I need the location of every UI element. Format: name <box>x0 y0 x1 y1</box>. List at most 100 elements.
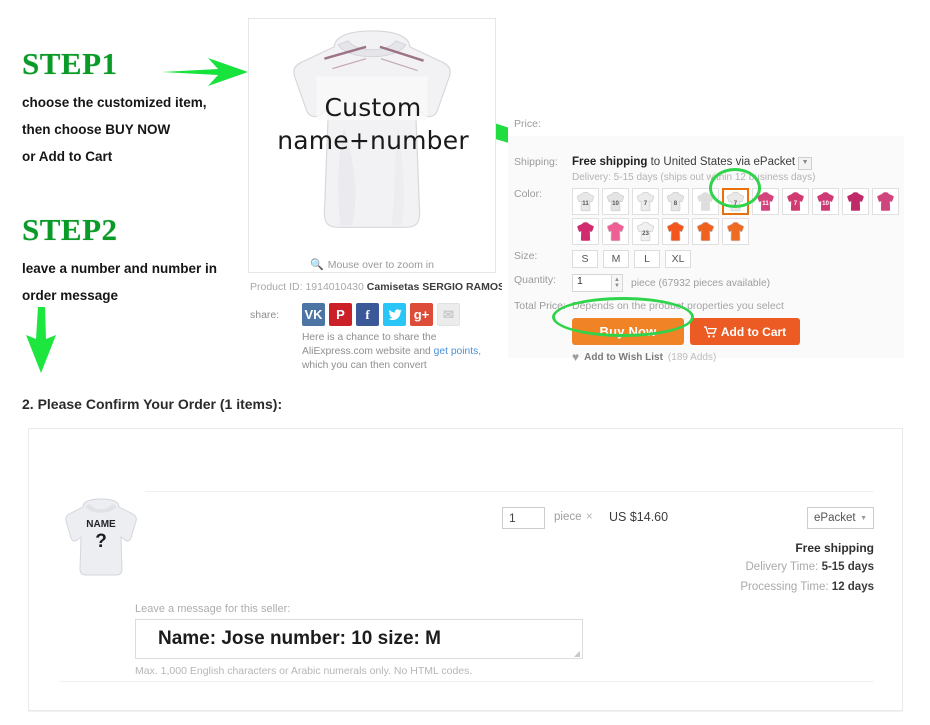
shirt-swatch-icon: 7 <box>726 191 745 212</box>
swatch-lightpink[interactable] <box>602 218 629 245</box>
shirt-swatch-icon <box>726 221 745 242</box>
size-option-l[interactable]: L <box>634 250 660 268</box>
zoom-hint-label: Mouse over to zoom in <box>327 259 434 271</box>
swatch-white-plain[interactable] <box>692 188 719 215</box>
zoom-hint[interactable]: 🔍 Mouse over to zoom in <box>248 258 496 271</box>
step1-title: STEP1 <box>22 46 118 81</box>
share-blurb-part1: Here is a chance to share the AliExpress… <box>302 332 437 357</box>
vk-icon[interactable]: VK <box>302 303 325 326</box>
order-delivery-time-label: Delivery Time: <box>745 561 819 573</box>
size-option-m[interactable]: M <box>603 250 629 268</box>
swatch-orange-3[interactable] <box>722 218 749 245</box>
shipping-body: Free shipping to United States via ePack… <box>572 156 815 183</box>
swatch-white-10[interactable]: 10 <box>602 188 629 215</box>
shipping-main-line: Free shipping to United States via ePack… <box>572 156 815 170</box>
buy-now-button[interactable]: Buy Now <box>572 318 684 345</box>
free-shipping-text: Free shipping <box>572 156 648 168</box>
step1-block: STEP1 choose the customized item, then c… <box>22 48 247 170</box>
color-swatch-list: 11 10 7 8 7 11 7 10 23 <box>572 188 902 245</box>
step1-line-2: then choose BUY NOW <box>22 122 171 137</box>
step1-line-1: choose the customized item, <box>22 95 207 110</box>
shirt-swatch-icon: 11 <box>757 192 774 211</box>
product-title: Camisetas SERGIO RAMOS Soccer <box>366 281 502 293</box>
order-item-thumbnail[interactable]: NAME ? <box>57 491 145 579</box>
quantity-control: 1 ▲ ▼ piece (67932 pieces available) <box>572 274 770 292</box>
swatch-magenta-2[interactable] <box>572 218 599 245</box>
step2-title: STEP2 <box>22 212 118 247</box>
svg-text:10: 10 <box>822 200 829 207</box>
swatch-pink-7[interactable]: 7 <box>782 188 809 215</box>
step1-body: choose the customized item, then choose … <box>22 89 247 170</box>
share-label: share: <box>250 309 280 321</box>
email-icon[interactable]: ✉ <box>437 303 460 326</box>
add-to-cart-button[interactable]: Add to Cart <box>690 318 800 345</box>
swatch-white-23[interactable]: 23 <box>632 218 659 245</box>
order-divider-bottom <box>59 681 874 682</box>
total-price-label: Total Price: <box>514 300 566 312</box>
order-processing-time-value: 12 days <box>831 581 874 593</box>
textarea-resize-handle[interactable]: ◢ <box>574 650 580 658</box>
seller-message-label: Leave a message for this seller: <box>135 603 291 615</box>
shirt-swatch-icon <box>606 221 625 242</box>
shipping-sub-line: Delivery: 5-15 days (ships out within 12… <box>572 172 816 183</box>
shipping-destination-text: to United States via ePacket <box>647 156 796 168</box>
order-times-symbol: × <box>586 511 593 523</box>
seller-message-value: Name: Jose number: 10 size: M <box>158 628 441 649</box>
swatch-magenta-plain[interactable] <box>842 188 869 215</box>
thumb-number-text: ? <box>95 531 107 552</box>
quantity-availability-note: piece (67932 pieces available) <box>631 277 771 289</box>
svg-text:11: 11 <box>762 200 769 207</box>
shirt-swatch-icon: 8 <box>666 191 685 212</box>
price-label: Price: <box>514 118 541 130</box>
order-quantity-input[interactable]: 1 <box>502 507 545 529</box>
order-shipping-select[interactable]: ePacket ▼ <box>807 507 874 529</box>
step1-line-3: or Add to Cart <box>22 149 113 164</box>
swatch-orange-2[interactable] <box>692 218 719 245</box>
total-price-note: Depends on the product properties you se… <box>572 300 784 312</box>
order-card: NAME ? 1 piece × US $14.60 ePacket ▼ Fre… <box>28 428 903 711</box>
order-divider-top <box>134 491 874 492</box>
cart-icon <box>703 325 717 337</box>
pinterest-icon[interactable]: P <box>329 303 352 326</box>
google-plus-icon[interactable]: g+ <box>410 303 433 326</box>
product-image-panel[interactable]: Custom name+number <box>248 18 496 273</box>
green-arrow-down-icon <box>26 307 56 373</box>
share-blurb: Here is a chance to share the AliExpress… <box>302 331 502 373</box>
facebook-icon[interactable]: f <box>356 303 379 326</box>
size-option-s[interactable]: S <box>572 250 598 268</box>
swatch-pink-plain[interactable] <box>872 188 899 215</box>
seller-message-textarea[interactable]: Name: Jose number: 10 size: M ◢ <box>135 619 583 659</box>
heart-icon: ♥ <box>572 350 580 364</box>
shirt-swatch-icon <box>696 221 715 242</box>
order-unit-price: US $14.60 <box>609 510 669 524</box>
color-swatches: 11 10 7 8 7 11 7 10 23 <box>572 188 902 245</box>
swatch-pink-10[interactable]: 10 <box>812 188 839 215</box>
shirt-swatch-icon <box>697 192 714 211</box>
shipping-dropdown-caret-icon[interactable]: ▼ <box>798 157 813 170</box>
shirt-swatch-icon: 10 <box>817 192 834 211</box>
size-option-xl[interactable]: XL <box>665 250 691 268</box>
swatch-white-selected[interactable]: 7 <box>722 188 749 215</box>
svg-text:11: 11 <box>582 200 589 207</box>
get-points-link[interactable]: get points <box>434 346 479 357</box>
add-to-wish-list[interactable]: ♥ Add to Wish List (189 Adds) <box>572 350 716 364</box>
svg-text:8: 8 <box>674 200 678 207</box>
product-detail-panel: Price: Shipping: Free shipping to United… <box>508 18 904 364</box>
overlay-line-2: name+number <box>277 126 469 155</box>
swatch-white-8[interactable]: 8 <box>662 188 689 215</box>
twitter-icon[interactable] <box>383 303 406 326</box>
swatch-pink-11[interactable]: 11 <box>752 188 779 215</box>
swatch-white-11[interactable]: 11 <box>572 188 599 215</box>
confirm-order-title: 2. Please Confirm Your Order (1 items): <box>22 396 283 412</box>
order-processing-time-label: Processing Time: <box>740 581 829 593</box>
step2-line-1: leave a number and number in <box>22 261 218 276</box>
share-icons: VK P f g+ ✉ <box>302 303 460 326</box>
quantity-stepper[interactable]: ▲ ▼ <box>612 274 623 292</box>
quantity-input[interactable]: 1 <box>572 274 612 292</box>
svg-text:7: 7 <box>644 200 648 207</box>
order-free-shipping: Free shipping <box>795 541 874 555</box>
shirt-swatch-icon <box>577 222 594 241</box>
swatch-white-7[interactable]: 7 <box>632 188 659 215</box>
shipping-label: Shipping: <box>514 156 558 168</box>
swatch-orange-1[interactable] <box>662 218 689 245</box>
